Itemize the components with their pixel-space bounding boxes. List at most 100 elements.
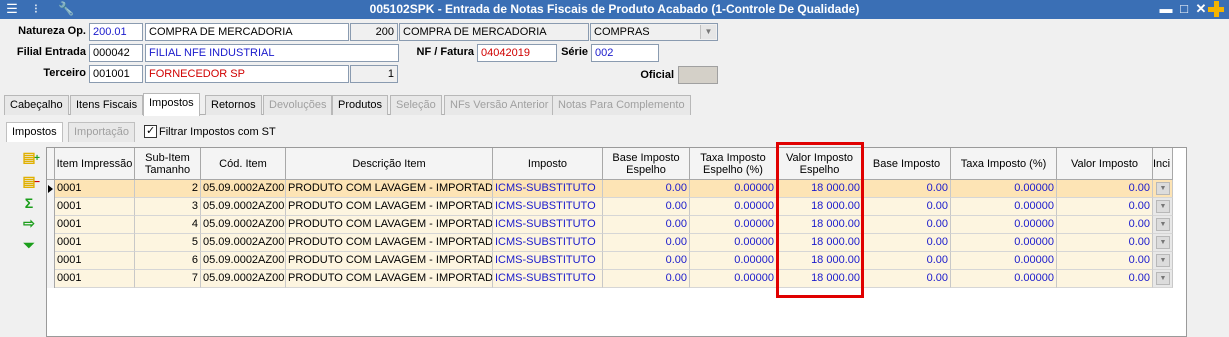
table-row[interactable]: 0001 3 05.09.0002AZ00 PRODUTO COM LAVAGEM -…: [47, 198, 1186, 216]
add-row-icon[interactable]: ▤ +: [18, 148, 40, 166]
cell-taxa-esp[interactable]: 0.00000: [690, 198, 777, 216]
filial-desc-field[interactable]: FILIAL NFE INDUSTRIAL: [145, 44, 399, 62]
minimize-button[interactable]: ▬: [1158, 1, 1174, 17]
cell-valor[interactable]: 0.00: [1057, 234, 1153, 252]
cell-base-esp[interactable]: 0.00: [603, 198, 690, 216]
cell-taxa-esp[interactable]: 0.00000: [690, 252, 777, 270]
row-selector[interactable]: [47, 234, 55, 252]
cell-taxa[interactable]: 0.00000: [951, 270, 1057, 288]
cell-base[interactable]: 0.00: [863, 234, 951, 252]
cell-inci[interactable]: ▼: [1153, 216, 1173, 234]
cell-item[interactable]: 0001: [55, 234, 135, 252]
chevron-down-icon[interactable]: ▼: [1156, 236, 1170, 249]
table-row[interactable]: 0001 4 05.09.0002AZ00 PRODUTO COM LAVAGEM -…: [47, 216, 1186, 234]
chevron-down-icon[interactable]: ▼: [1156, 182, 1170, 195]
col-header-base-imposto[interactable]: Base Imposto: [863, 148, 951, 180]
terceiro-desc-field[interactable]: FORNECEDOR SP: [145, 65, 349, 83]
add-icon[interactable]: [1207, 0, 1225, 18]
table-row[interactable]: 0001 2 05.09.0002AZ00 PRODUTO COM LAVAGEM -…: [47, 180, 1186, 198]
col-header-taxa-espelho[interactable]: Taxa Imposto Espelho (%): [690, 148, 777, 180]
cell-desc[interactable]: PRODUTO COM LAVAGEM - IMPORTADO: [286, 252, 493, 270]
table-row[interactable]: 0001 5 05.09.0002AZ00 PRODUTO COM LAVAGEM -…: [47, 234, 1186, 252]
cell-base-esp[interactable]: 0.00: [603, 216, 690, 234]
cell-imposto[interactable]: ICMS-SUBSTITUTO: [493, 234, 603, 252]
tab-cabecalho[interactable]: Cabeçalho: [4, 95, 69, 115]
chevron-down-icon[interactable]: ▼: [1156, 200, 1170, 213]
tab-retornos[interactable]: Retornos: [205, 95, 262, 115]
cell-base[interactable]: 0.00: [863, 252, 951, 270]
delete-row-icon[interactable]: ▤ −: [18, 172, 40, 190]
cell-taxa[interactable]: 0.00000: [951, 216, 1057, 234]
subtab-importacao[interactable]: Importação: [68, 122, 136, 142]
cell-valor[interactable]: 0.00: [1057, 252, 1153, 270]
cell-inci[interactable]: ▼: [1153, 252, 1173, 270]
cell-base[interactable]: 0.00: [863, 270, 951, 288]
col-header-valor-imposto[interactable]: Valor Imposto: [1057, 148, 1153, 180]
cell-inci[interactable]: ▼: [1153, 270, 1173, 288]
cell-taxa-esp[interactable]: 0.00000: [690, 216, 777, 234]
tab-selecao[interactable]: Seleção: [390, 95, 442, 115]
natureza-desc-field[interactable]: COMPRA DE MERCADORIA: [145, 23, 349, 41]
chevron-down-icon[interactable]: ▼: [700, 25, 716, 39]
col-header-valor-espelho[interactable]: Valor Imposto Espelho: [777, 148, 863, 180]
cell-taxa-esp[interactable]: 0.00000: [690, 180, 777, 198]
checkbox-icon[interactable]: [144, 124, 157, 138]
cell-imposto[interactable]: ICMS-SUBSTITUTO: [493, 270, 603, 288]
cell-valor-esp[interactable]: 18 000.00: [777, 180, 863, 198]
cell-inci[interactable]: ▼: [1153, 198, 1173, 216]
table-row[interactable]: 0001 7 05.09.0002AZ00 PRODUTO COM LAVAGEM -…: [47, 270, 1186, 288]
subtab-impostos[interactable]: Impostos: [6, 122, 63, 142]
tab-nfs-versao-anterior[interactable]: NFs Versão Anterior: [444, 95, 555, 115]
cell-sub[interactable]: 7: [135, 270, 201, 288]
col-header-taxa-imposto[interactable]: Taxa Imposto (%): [951, 148, 1057, 180]
cell-cod[interactable]: 05.09.0002AZ00: [201, 180, 286, 198]
collapse-icon[interactable]: ⏷: [18, 236, 40, 254]
cell-sub[interactable]: 2: [135, 180, 201, 198]
cell-desc[interactable]: PRODUTO COM LAVAGEM - IMPORTADO: [286, 216, 493, 234]
cell-valor-esp[interactable]: 18 000.00: [777, 252, 863, 270]
cell-imposto[interactable]: ICMS-SUBSTITUTO: [493, 216, 603, 234]
cell-valor-esp[interactable]: 18 000.00: [777, 234, 863, 252]
export-icon[interactable]: ⇨: [18, 214, 40, 232]
cell-taxa-esp[interactable]: 0.00000: [690, 270, 777, 288]
cell-cod[interactable]: 05.09.0002AZ00: [201, 252, 286, 270]
chevron-down-icon[interactable]: ▼: [1156, 272, 1170, 285]
col-header-cod-item[interactable]: Cód. Item: [201, 148, 286, 180]
natureza-combo[interactable]: COMPRAS ▼: [590, 23, 718, 41]
maximize-button[interactable]: □: [1176, 1, 1192, 17]
cell-cod[interactable]: 05.09.0002AZ00: [201, 270, 286, 288]
row-selector[interactable]: [47, 180, 55, 198]
cell-item[interactable]: 0001: [55, 180, 135, 198]
cell-base[interactable]: 0.00: [863, 180, 951, 198]
cell-valor[interactable]: 0.00: [1057, 198, 1153, 216]
cell-base[interactable]: 0.00: [863, 198, 951, 216]
cell-base-esp[interactable]: 0.00: [603, 252, 690, 270]
row-selector[interactable]: [47, 252, 55, 270]
tab-produtos[interactable]: Produtos: [332, 95, 389, 115]
cell-sub[interactable]: 6: [135, 252, 201, 270]
cell-valor-esp[interactable]: 18 000.00: [777, 216, 863, 234]
row-selector[interactable]: [47, 270, 55, 288]
nf-field[interactable]: 04042019: [477, 44, 557, 62]
cell-cod[interactable]: 05.09.0002AZ00: [201, 234, 286, 252]
cell-valor-esp[interactable]: 18 000.00: [777, 198, 863, 216]
cell-desc[interactable]: PRODUTO COM LAVAGEM - IMPORTADO: [286, 180, 493, 198]
cell-sub[interactable]: 3: [135, 198, 201, 216]
row-selector[interactable]: [47, 198, 55, 216]
cell-desc[interactable]: PRODUTO COM LAVAGEM - IMPORTADO: [286, 234, 493, 252]
col-header-subitem[interactable]: Sub-Item Tamanho: [135, 148, 201, 180]
col-header-descricao[interactable]: Descrição Item: [286, 148, 493, 180]
col-header-inci[interactable]: Inci: [1153, 148, 1173, 180]
chevron-down-icon[interactable]: ▼: [1156, 218, 1170, 231]
cell-cod[interactable]: 05.09.0002AZ00: [201, 216, 286, 234]
cell-taxa[interactable]: 0.00000: [951, 252, 1057, 270]
cell-desc[interactable]: PRODUTO COM LAVAGEM - IMPORTADO: [286, 270, 493, 288]
cell-base-esp[interactable]: 0.00: [603, 234, 690, 252]
cell-valor-esp[interactable]: 18 000.00: [777, 270, 863, 288]
filial-code-field[interactable]: 000042: [89, 44, 143, 62]
cell-taxa[interactable]: 0.00000: [951, 198, 1057, 216]
cell-sub[interactable]: 4: [135, 216, 201, 234]
cell-valor[interactable]: 0.00: [1057, 216, 1153, 234]
terceiro-code-field[interactable]: 001001: [89, 65, 143, 83]
cell-imposto[interactable]: ICMS-SUBSTITUTO: [493, 180, 603, 198]
